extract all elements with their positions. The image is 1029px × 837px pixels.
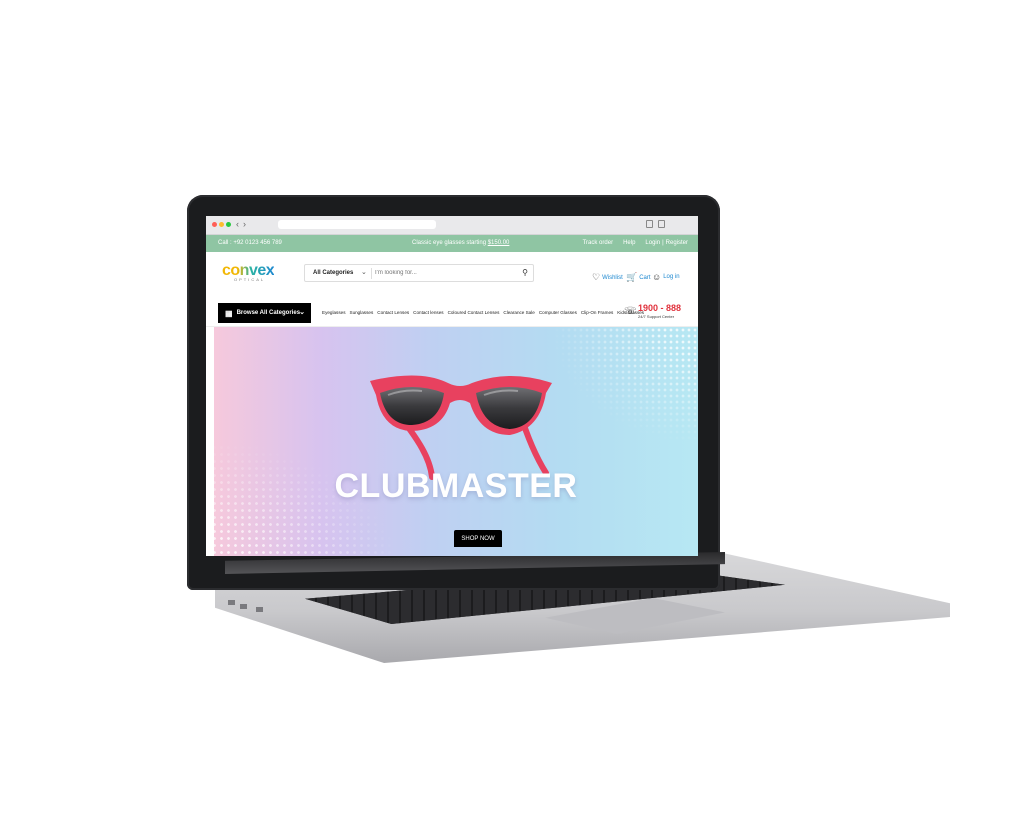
category-select[interactable]: All Categories [313, 270, 353, 276]
promo-price-link[interactable]: $150.00 [488, 240, 510, 246]
top-links: Track order Help Login | Register [583, 240, 688, 246]
close-dot[interactable] [212, 222, 217, 227]
nav-bar: ▦ Browse All Categories ⌄ Eyeglasses Sun… [206, 296, 698, 327]
user-icon: ☺ [652, 272, 662, 282]
minimize-dot[interactable] [219, 222, 224, 227]
nav-item[interactable]: Clearance Sale [503, 310, 534, 315]
tabs-icon[interactable] [658, 220, 665, 228]
grid-icon: ▦ [225, 308, 233, 318]
laptop-screen: ‹ › Call : +92 0123 456 789 Classic eye … [206, 216, 698, 556]
nav-item[interactable]: Clip-On Frames [581, 310, 613, 315]
promo-text: Classic eye glasses starting $150.00 [412, 240, 509, 246]
browse-label: Browse All Categories [236, 310, 301, 316]
nav-item[interactable]: Eyeglasses [322, 310, 346, 315]
search-bar: All Categories ⌄ ⚲ [304, 264, 534, 282]
help-link[interactable]: Help [623, 240, 635, 246]
main-menu: Eyeglasses Sunglasses Contact Lenses Con… [322, 310, 644, 315]
support-label: 24/7 Support Center [638, 314, 675, 319]
address-bar[interactable] [278, 220, 436, 229]
forward-icon[interactable]: › [243, 219, 246, 229]
track-order-link[interactable]: Track order [583, 240, 613, 246]
back-icon[interactable]: ‹ [236, 219, 239, 229]
top-bar: Call : +92 0123 456 789 Classic eye glas… [206, 235, 698, 252]
laptop-port [228, 600, 235, 605]
search-input[interactable] [375, 268, 505, 278]
headset-icon: ☏ [624, 306, 637, 317]
login-label: Log in [663, 274, 680, 280]
nav-item[interactable]: Computer Glasses [539, 310, 577, 315]
shop-now-button[interactable]: SHOP NOW [454, 530, 502, 547]
divider [371, 268, 372, 279]
logo[interactable]: CONVEX OPTICAL [222, 262, 275, 282]
search-icon[interactable]: ⚲ [522, 268, 528, 277]
nav-item[interactable]: Contact Lenses [377, 310, 409, 315]
nav-item[interactable]: Coloured Contact Lenses [448, 310, 500, 315]
cart-icon: 🛒 [626, 272, 638, 282]
chevron-down-icon: ⌄ [299, 309, 305, 316]
maximize-dot[interactable] [226, 222, 231, 227]
login-button[interactable]: ☺ Log in [652, 272, 680, 282]
nav-item[interactable]: Contact lenses [413, 310, 443, 315]
promo-label: Classic eye glasses starting [412, 240, 487, 246]
support-number: 1900 - 888 [638, 303, 682, 313]
chevron-down-icon[interactable]: ⌄ [361, 268, 367, 276]
wishlist-button[interactable]: ♡ Wishlist [592, 272, 623, 283]
register-link[interactable]: Register [666, 240, 688, 246]
hero-title: CLUBMASTER [334, 467, 578, 505]
heart-icon: ♡ [592, 272, 601, 282]
browse-categories-button[interactable]: ▦ Browse All Categories ⌄ [218, 303, 311, 323]
laptop-port [256, 607, 263, 612]
browser-chrome: ‹ › [206, 216, 698, 235]
cart-label: Cart [639, 274, 651, 281]
wishlist-label: Wishlist [602, 274, 623, 281]
site-header: CONVEX OPTICAL All Categories ⌄ ⚲ ♡ Wish… [206, 252, 698, 296]
hero-banner: CLUBMASTER SHOP NOW [214, 327, 698, 556]
call-text: Call : +92 0123 456 789 [218, 240, 282, 246]
login-link[interactable]: Login [645, 240, 660, 246]
divider: | [662, 240, 664, 246]
laptop-port [240, 604, 247, 609]
sunglasses-image [370, 375, 552, 480]
dot-pattern [548, 327, 698, 447]
nav-item[interactable]: Sunglasses [350, 310, 374, 315]
share-icon[interactable] [646, 220, 653, 228]
cart-button[interactable]: 🛒 Cart [626, 272, 651, 283]
